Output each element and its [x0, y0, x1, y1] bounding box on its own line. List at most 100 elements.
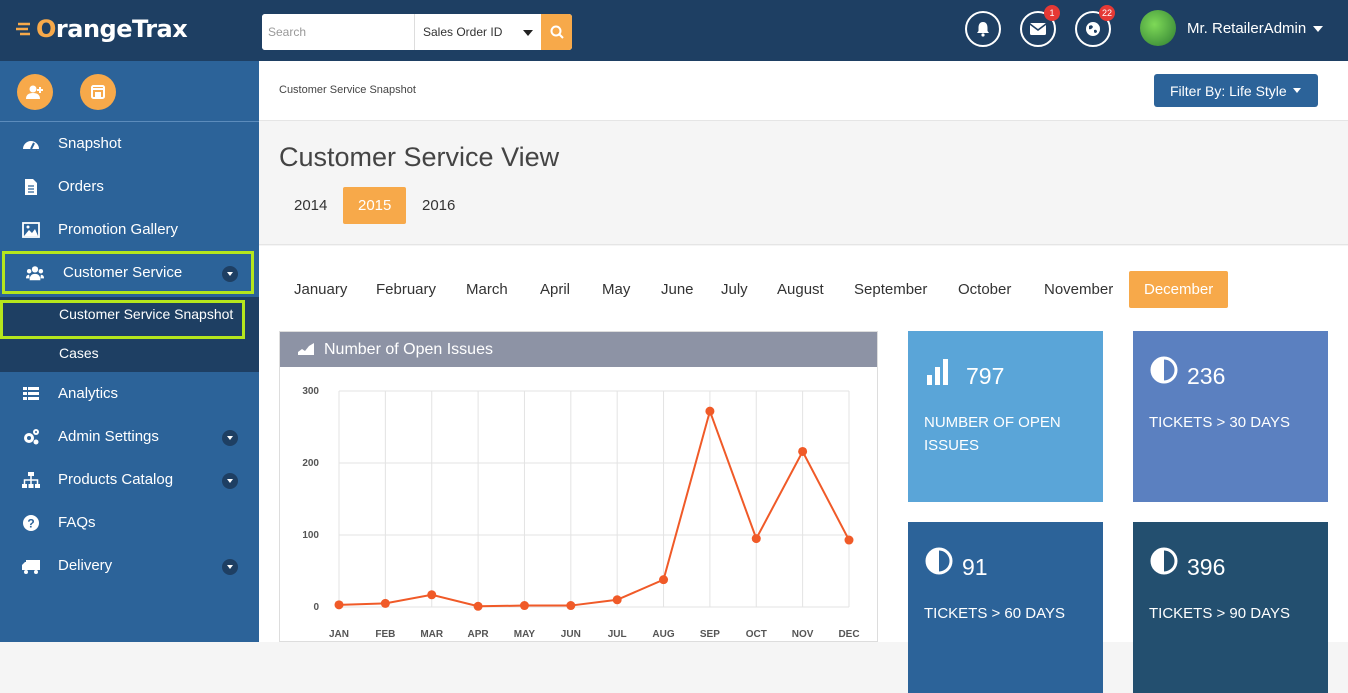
submenu-label: Cases	[59, 345, 99, 361]
x-tick-label: MAR	[420, 629, 444, 640]
month-tab-december[interactable]: December	[1129, 271, 1229, 308]
data-point	[798, 446, 808, 456]
sidebar-item-label: Products Catalog	[58, 471, 174, 488]
month-tab-october[interactable]: October	[943, 271, 1026, 308]
store-button[interactable]	[80, 74, 116, 110]
dashboard-icon	[23, 141, 39, 150]
avatar[interactable]	[1140, 10, 1176, 46]
month-tab-january[interactable]: January	[279, 271, 362, 308]
caret-down-icon	[1292, 88, 1301, 93]
chevron-down-icon[interactable]	[222, 430, 238, 446]
add-user-button[interactable]	[17, 74, 53, 110]
search-bar: Sales Order ID	[262, 14, 572, 50]
x-tick-label: AUG	[652, 629, 674, 640]
stat-label: Tickets > 30 Days	[1149, 414, 1291, 431]
month-tab-august[interactable]: August	[762, 271, 839, 308]
page-title: Customer Service View	[279, 142, 560, 172]
area-chart-icon	[298, 343, 314, 355]
search-icon	[550, 25, 564, 39]
month-tab-march[interactable]: March	[451, 271, 523, 308]
data-point	[473, 601, 483, 611]
sidebar-item-label: Snapshot	[58, 135, 122, 152]
x-tick-label: FEB	[375, 629, 395, 640]
logo-swoosh-icon	[16, 22, 30, 36]
sidebar-quick-actions	[0, 61, 259, 122]
sidebar-item-snapshot[interactable]: Snapshot	[0, 122, 259, 165]
bar-chart-icon	[927, 359, 948, 385]
messages-button[interactable]: 1	[1020, 5, 1060, 47]
sidebar-item-delivery[interactable]: Delivery	[0, 544, 259, 587]
half-circle-icon	[1150, 356, 1178, 384]
month-tab-february[interactable]: February	[361, 271, 451, 308]
sidebar-item-label: Promotion Gallery	[58, 221, 179, 238]
sidebar-item-orders[interactable]: Orders	[0, 165, 259, 208]
submenu-item-cases[interactable]: Cases	[0, 336, 259, 372]
x-tick-label: JAN	[329, 629, 349, 640]
month-tab-june[interactable]: June	[646, 271, 709, 308]
envelope-icon	[1030, 23, 1046, 35]
stat-label: Number of Open Issues	[924, 414, 1061, 454]
sidebar-item-label: FAQs	[58, 514, 96, 531]
sidebar-item-promotion-gallery[interactable]: Promotion Gallery	[0, 208, 259, 251]
x-tick-label: JUN	[561, 629, 581, 640]
stat-card-open-issues[interactable]: 797 Number of Open Issues	[908, 331, 1103, 502]
sidebar-item-analytics[interactable]: Analytics	[0, 372, 259, 415]
year-tab-2016[interactable]: 2016	[407, 187, 470, 224]
user-name[interactable]: Mr. RetailerAdmin	[1187, 20, 1306, 37]
sidebar-item-faqs[interactable]: ? FAQs	[0, 501, 259, 544]
sidebar-item-products-catalog[interactable]: Products Catalog	[0, 458, 259, 501]
stat-card-tickets-30-days[interactable]: 236 Tickets > 30 Days	[1133, 331, 1328, 502]
bell-icon	[977, 22, 989, 37]
chevron-down-icon[interactable]	[222, 473, 238, 489]
open-issues-chart-panel: Number of Open Issues 0 100 200 300 JAN FEB MA…	[279, 331, 878, 642]
caret-down-icon	[523, 30, 533, 36]
month-tab-may[interactable]: May	[587, 271, 645, 308]
globe-icon	[1086, 22, 1100, 36]
search-input[interactable]	[262, 14, 415, 50]
y-tick-label: 0	[313, 602, 319, 613]
stat-value: 797	[966, 363, 1005, 389]
globe-button[interactable]: 22	[1075, 5, 1115, 47]
x-tick-label: DEC	[838, 629, 859, 640]
month-tab-july[interactable]: July	[706, 271, 763, 308]
month-tab-april[interactable]: April	[525, 271, 585, 308]
notifications-button[interactable]	[965, 11, 1001, 47]
document-icon	[25, 179, 37, 195]
data-point	[427, 590, 437, 600]
search-type-select[interactable]: Sales Order ID	[415, 14, 541, 50]
data-point	[705, 406, 715, 416]
stat-label: Tickets > 90 Days	[1149, 605, 1291, 622]
image-icon	[22, 222, 40, 238]
filter-by-button[interactable]: Filter By: Life Style	[1154, 74, 1318, 107]
stat-value: 91	[962, 554, 988, 580]
series-line	[338, 407, 850, 608]
chevron-down-icon[interactable]	[222, 559, 238, 575]
highlight-outline	[0, 300, 245, 339]
store-icon	[91, 85, 105, 99]
search-button[interactable]	[541, 14, 572, 50]
search-type-value: Sales Order ID	[423, 25, 503, 39]
month-tab-september[interactable]: September	[839, 271, 942, 308]
gears-icon	[24, 429, 39, 445]
year-tab-2014[interactable]: 2014	[279, 187, 342, 224]
globe-badge: 22	[1098, 5, 1115, 21]
sidebar-item-label: Analytics	[58, 385, 119, 402]
orangetrax-logo[interactable]: OrangeTrax	[16, 14, 188, 44]
y-tick-label: 200	[302, 458, 319, 469]
chart-title: Number of Open Issues	[324, 340, 493, 358]
add-user-icon	[26, 85, 43, 99]
breadcrumb[interactable]: Customer Service Snapshot	[279, 84, 416, 96]
month-tab-november[interactable]: November	[1029, 271, 1128, 308]
data-point	[566, 601, 576, 611]
sidebar-item-label: Orders	[58, 178, 104, 195]
x-tick-label: OCT	[746, 629, 767, 640]
year-tab-2015[interactable]: 2015	[343, 187, 407, 224]
open-issues-line-chart: 0 100 200 300 JAN FEB MAR APR MAY JUN JUL AUG SEP OCT…	[302, 386, 859, 640]
sidebar: Snapshot Orders Promotion Gallery Custom…	[0, 61, 259, 642]
messages-badge: 1	[1044, 5, 1060, 21]
user-menu-caret-icon[interactable]	[1313, 26, 1323, 32]
stat-card-tickets-60-days[interactable]: 91 Tickets > 60 Days	[908, 522, 1103, 693]
sidebar-item-label: Admin Settings	[58, 428, 159, 445]
stat-card-tickets-90-days[interactable]: 396 Tickets > 90 Days	[1133, 522, 1328, 693]
sidebar-item-admin-settings[interactable]: Admin Settings	[0, 415, 259, 458]
